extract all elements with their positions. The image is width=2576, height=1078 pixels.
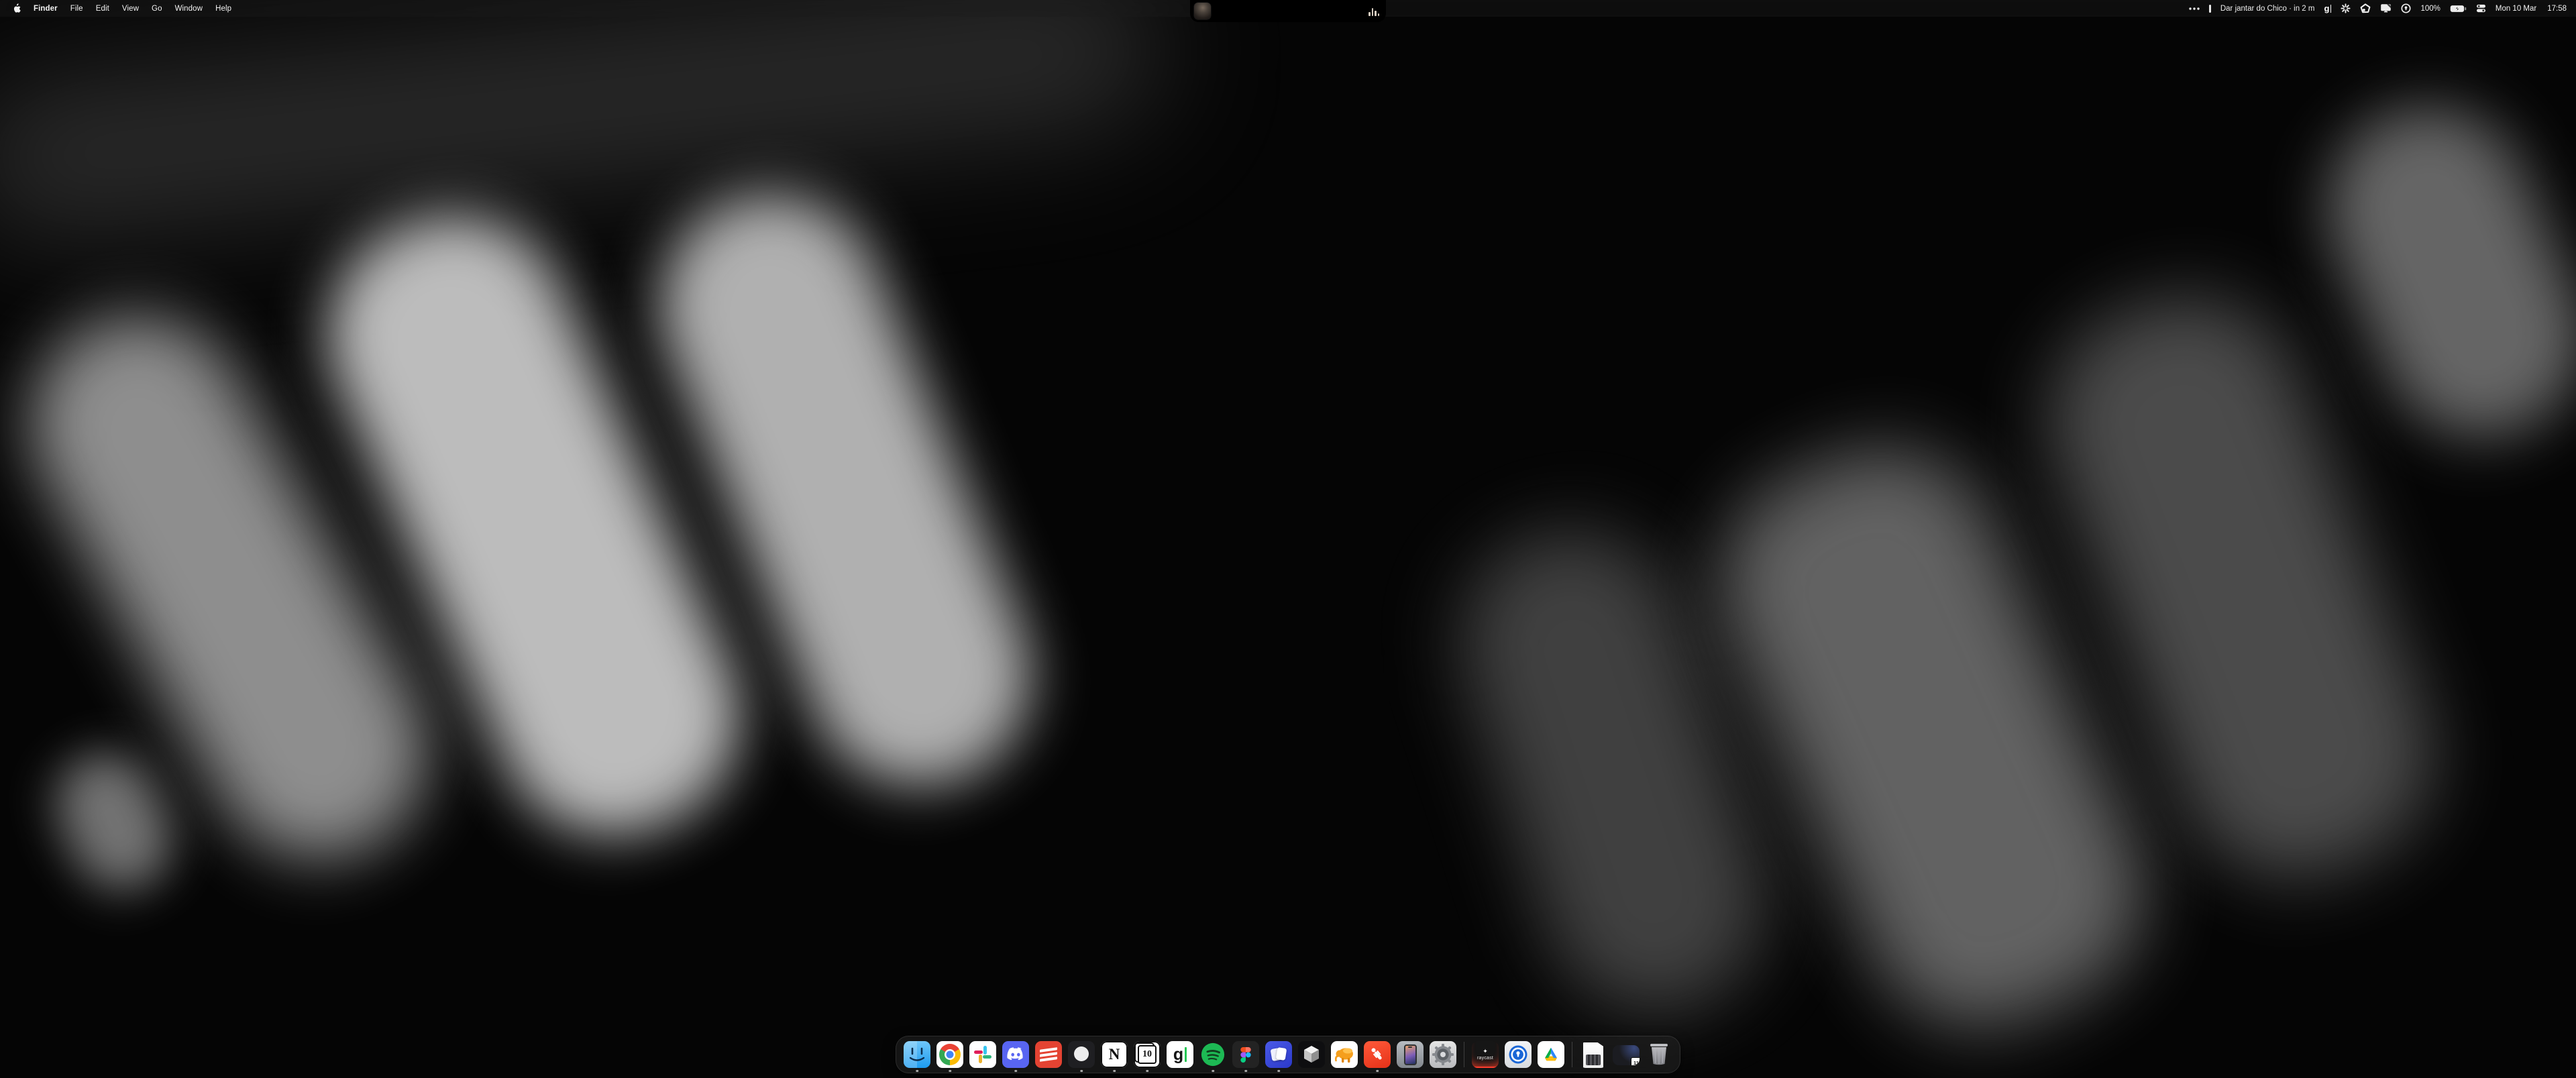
dock-raycast[interactable]: ✦ raycast [1472,1041,1499,1068]
menu-go[interactable]: Go [152,5,162,13]
apple-menu[interactable] [12,3,21,13]
raycast-label: raycast [1477,1056,1493,1061]
1password-keyhole-icon [1507,1044,1529,1065]
figma-logo-icon [1240,1047,1251,1063]
wallpaper-streak [0,0,1173,250]
chrome-logo-icon [939,1044,961,1065]
running-indicator [1277,1070,1280,1073]
battery-percentage: 100% [2420,5,2440,13]
cards-logo-icon [1265,1041,1292,1068]
pentagon-dot-icon[interactable] [2360,3,2371,13]
dock-notion[interactable]: N [1101,1041,1128,1068]
dock-granola[interactable]: g [1167,1041,1193,1068]
dock-system-settings[interactable] [1430,1041,1456,1068]
1password-menubar-icon[interactable] [2401,3,2411,13]
notion-logo-icon: N [1101,1041,1128,1068]
dock-todoist[interactable] [1035,1041,1062,1068]
desktop-wallpaper [0,0,2576,1078]
dock-blue-cards-app[interactable] [1265,1041,1292,1068]
dock-spotify[interactable] [1199,1041,1226,1068]
badge: 11 [1631,1057,1640,1065]
finder-face-icon [904,1041,930,1068]
dock-mammoth-app[interactable] [1331,1041,1358,1068]
menubar-clock[interactable]: 17:58 [2547,5,2567,13]
notch-media-widget[interactable] [1190,0,1386,22]
mammoth-icon [1334,1045,1355,1064]
reminder-bar-icon[interactable] [2209,5,2211,13]
dock-figma[interactable] [1232,1041,1259,1068]
spotify-logo-icon [1200,1042,1226,1067]
dock-3d-cube-app[interactable] [1298,1041,1325,1068]
cube-3d-icon [1298,1041,1325,1068]
menu-window[interactable]: Window [175,5,203,13]
iphone-icon [1404,1044,1417,1065]
discord-logo-icon [1006,1047,1025,1062]
flower-gear-icon[interactable] [2341,3,2351,13]
superhuman-flying-figure-icon [1367,1044,1387,1065]
menu-edit[interactable]: Edit [96,5,109,13]
wallpaper-streak [39,737,190,907]
document-icon [1583,1042,1603,1068]
gear-icon [1432,1043,1454,1066]
notion-calendar-date: 10 [1138,1045,1157,1064]
dock-finder[interactable] [904,1041,930,1068]
granola-menubar-icon[interactable]: g [2324,4,2331,13]
dock-trash[interactable] [1646,1041,1672,1068]
running-indicator [1212,1070,1214,1073]
overflow-ellipsis-icon[interactable] [2189,7,2200,10]
dock-superhuman[interactable] [1364,1041,1391,1068]
menu-view[interactable]: View [122,5,139,13]
audio-visualizer-icon [1368,7,1379,16]
dock-linear[interactable] [1068,1041,1095,1068]
dock-document-file[interactable] [1580,1041,1607,1068]
now-playing-album-art[interactable] [1194,3,1211,19]
dock-iphone-mirroring[interactable] [1397,1041,1424,1068]
google-drive-icon [1541,1046,1561,1064]
trash-icon [1648,1042,1670,1067]
dock-chrome[interactable] [936,1041,963,1068]
running-indicator [916,1070,918,1073]
granola-logo-icon: g [1167,1041,1193,1068]
apple-logo-icon [12,3,21,13]
display-icon[interactable] [2380,3,2392,13]
battery-charging-icon[interactable] [2450,5,2467,13]
menubar-date[interactable]: Mon 10 Mar [2496,5,2536,13]
reminder-menubar-text[interactable]: Dar jantar do Chico · in 2 m [2220,5,2315,13]
linear-logo-icon [1068,1041,1095,1068]
dock-google-drive[interactable] [1538,1041,1564,1068]
dock-notion-calendar[interactable]: 10 [1134,1041,1161,1068]
menu-finder[interactable]: Finder [34,5,58,13]
menu-bar-left: Finder File Edit View Go Window Help [0,3,231,13]
menu-bar-status-items: Dar jantar do Chico · in 2 m g [2189,3,2576,13]
running-indicator [1080,1070,1083,1073]
running-indicator [1244,1070,1247,1073]
control-center-icon[interactable] [2476,4,2486,13]
running-indicator [1113,1070,1116,1073]
running-indicator [1014,1070,1017,1073]
menu-help[interactable]: Help [215,5,231,13]
dock-discord[interactable] [1002,1041,1029,1068]
todoist-logo-icon [1035,1041,1062,1068]
running-indicator [1376,1070,1379,1073]
dock-1password[interactable] [1505,1041,1532,1068]
slack-logo-icon [969,1041,996,1068]
wallpaper-streak [2296,75,2576,469]
dock-downloads-item[interactable]: 11 [1613,1041,1640,1068]
dock-slack[interactable] [969,1041,996,1068]
running-indicator [1146,1070,1148,1073]
screenshot-thumbnail: 11 [1613,1045,1640,1065]
menu-file[interactable]: File [70,5,83,13]
sparkle-icon: ✦ [1483,1048,1488,1055]
running-indicator [949,1070,951,1073]
dock: N 10 g [896,1036,1680,1073]
